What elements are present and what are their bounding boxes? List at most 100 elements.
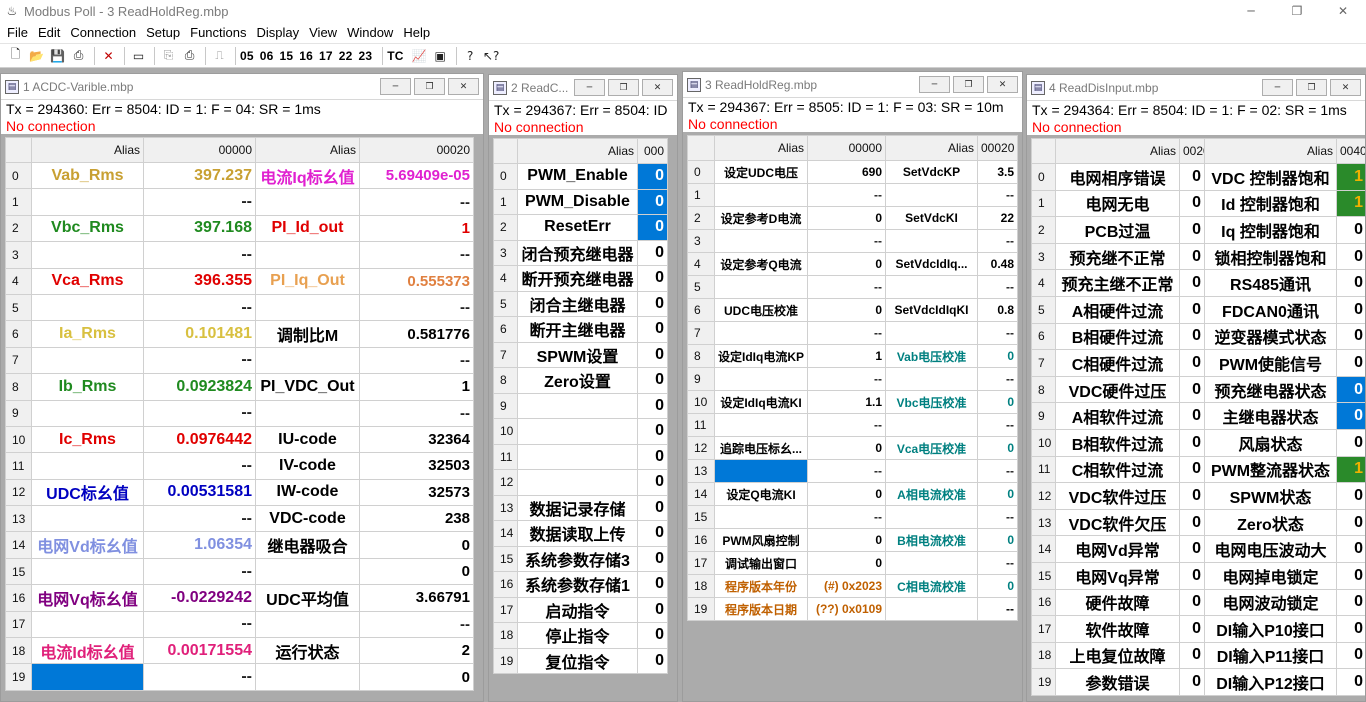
- value-cell[interactable]: 0: [637, 290, 668, 317]
- value-cell[interactable]: 0: [807, 528, 886, 552]
- row-number[interactable]: 6: [493, 316, 518, 343]
- alias-cell[interactable]: IU-code: [255, 425, 360, 454]
- address-column-header[interactable]: 00000: [143, 137, 256, 163]
- value-cell[interactable]: 0: [1336, 322, 1365, 351]
- row-number[interactable]: 15: [687, 505, 715, 529]
- alias-cell[interactable]: B相硬件过流: [1055, 322, 1180, 351]
- alias-cell[interactable]: ResetErr: [517, 214, 638, 241]
- value-cell[interactable]: 0: [637, 596, 668, 623]
- value-cell[interactable]: 1: [359, 214, 474, 243]
- function-code-15[interactable]: 15: [280, 49, 294, 63]
- alias-cell[interactable]: 数据读取上传: [517, 520, 638, 547]
- value-cell[interactable]: 0: [1336, 295, 1365, 324]
- alias-cell[interactable]: [255, 241, 360, 269]
- value-cell[interactable]: 0: [1336, 641, 1365, 670]
- alias-cell[interactable]: 程序版本年份: [714, 574, 808, 598]
- row-number[interactable]: 16: [5, 584, 32, 612]
- value-cell[interactable]: 0: [1336, 269, 1365, 297]
- alias-cell[interactable]: [31, 399, 144, 427]
- row-number[interactable]: 3: [1031, 242, 1056, 271]
- value-cell[interactable]: 0: [1336, 615, 1365, 643]
- value-cell[interactable]: 0: [1179, 189, 1205, 218]
- value-cell[interactable]: 2: [359, 637, 474, 665]
- alias-cell[interactable]: [31, 293, 144, 322]
- row-number[interactable]: 2: [493, 214, 518, 241]
- alias-cell[interactable]: 电网Vq标幺值: [31, 584, 144, 612]
- alias-cell[interactable]: VDC-code: [255, 505, 360, 533]
- row-number[interactable]: 3: [5, 241, 32, 269]
- alias-cell[interactable]: Iq 控制器饱和: [1204, 216, 1337, 244]
- value-cell[interactable]: --: [143, 663, 256, 691]
- alias-cell[interactable]: [31, 505, 144, 533]
- alias-cell[interactable]: 设定Q电流KI: [714, 482, 808, 506]
- alias-cell[interactable]: Zero状态: [1204, 508, 1337, 537]
- connect-icon[interactable]: ⎘: [159, 46, 178, 65]
- alias-cell[interactable]: 复位指令: [517, 647, 638, 674]
- value-cell[interactable]: 0: [637, 163, 668, 190]
- alias-cell[interactable]: 电网Vd异常: [1055, 535, 1180, 563]
- value-cell[interactable]: 0: [359, 531, 474, 559]
- row-number[interactable]: 6: [5, 320, 32, 348]
- alias-cell[interactable]: 断开预充继电器: [517, 265, 638, 292]
- close-icon[interactable]: ✕: [1320, 0, 1366, 22]
- value-cell[interactable]: 32503: [359, 452, 474, 480]
- value-cell[interactable]: 1.1: [807, 390, 886, 414]
- row-number[interactable]: 16: [687, 528, 715, 552]
- value-cell[interactable]: 0: [637, 367, 668, 394]
- alias-cell[interactable]: IW-code: [255, 478, 360, 507]
- value-cell[interactable]: 0: [1179, 216, 1205, 244]
- value-cell[interactable]: --: [807, 413, 886, 437]
- window-icon[interactable]: ▭: [129, 46, 148, 65]
- value-cell[interactable]: --: [807, 275, 886, 299]
- value-cell[interactable]: 0: [637, 469, 668, 496]
- menu-view[interactable]: View: [304, 25, 342, 40]
- alias-cell[interactable]: PWM风扇控制: [714, 528, 808, 552]
- value-cell[interactable]: 0: [637, 520, 668, 547]
- value-cell[interactable]: 0: [807, 482, 886, 506]
- value-cell[interactable]: 0: [1179, 163, 1205, 191]
- value-cell[interactable]: --: [807, 183, 886, 207]
- restore-icon[interactable]: ❐: [953, 76, 984, 93]
- value-cell[interactable]: 0: [1336, 668, 1365, 696]
- alias-column-header[interactable]: Alias: [885, 135, 978, 161]
- alias-cell[interactable]: 设定IdIq电流KP: [714, 344, 808, 368]
- row-number[interactable]: 10: [687, 390, 715, 414]
- address-column-header[interactable]: 00000: [807, 135, 886, 161]
- row-number[interactable]: 16: [1031, 588, 1056, 617]
- alias-cell[interactable]: SetVdcIdIqKI: [885, 298, 978, 322]
- row-number[interactable]: 13: [687, 459, 715, 483]
- printer-setup-icon[interactable]: ⎙: [180, 46, 199, 65]
- alias-column-header[interactable]: Alias: [1204, 138, 1337, 164]
- value-cell[interactable]: 0: [1179, 455, 1205, 484]
- row-number[interactable]: 4: [5, 267, 32, 295]
- row-number[interactable]: 7: [493, 341, 518, 368]
- value-cell[interactable]: 0: [637, 647, 668, 674]
- menu-edit[interactable]: Edit: [33, 25, 65, 40]
- row-number[interactable]: 1: [1031, 189, 1056, 218]
- value-cell[interactable]: 238: [359, 505, 474, 533]
- alias-cell[interactable]: [255, 610, 360, 639]
- alias-cell[interactable]: 电流Id标幺值: [31, 637, 144, 665]
- menu-functions[interactable]: Functions: [185, 25, 251, 40]
- row-number[interactable]: 5: [1031, 295, 1056, 324]
- alias-cell[interactable]: 程序版本日期: [714, 597, 808, 621]
- value-cell[interactable]: 0: [1179, 295, 1205, 324]
- alias-cell[interactable]: 上电复位故障: [1055, 641, 1180, 670]
- pulse-icon[interactable]: ⎍: [210, 46, 229, 65]
- close-icon[interactable]: ✕: [642, 79, 673, 96]
- value-cell[interactable]: (#) 0x2023: [807, 574, 886, 598]
- alias-cell[interactable]: PI_Iq_Out: [255, 267, 360, 295]
- value-cell[interactable]: 22: [977, 206, 1018, 230]
- alias-cell[interactable]: [255, 293, 360, 322]
- alias-cell[interactable]: [714, 459, 808, 483]
- row-number[interactable]: 11: [493, 443, 518, 470]
- value-cell[interactable]: 3.5: [977, 160, 1018, 184]
- value-cell[interactable]: (??) 0x0109: [807, 597, 886, 621]
- value-cell[interactable]: 0: [637, 239, 668, 266]
- alias-cell[interactable]: [714, 275, 808, 299]
- alias-cell[interactable]: [885, 413, 978, 437]
- alias-cell[interactable]: PWM_Enable: [517, 163, 638, 190]
- row-number[interactable]: 9: [493, 392, 518, 419]
- value-cell[interactable]: 0: [637, 214, 668, 241]
- alias-cell[interactable]: Vca_Rms: [31, 267, 144, 295]
